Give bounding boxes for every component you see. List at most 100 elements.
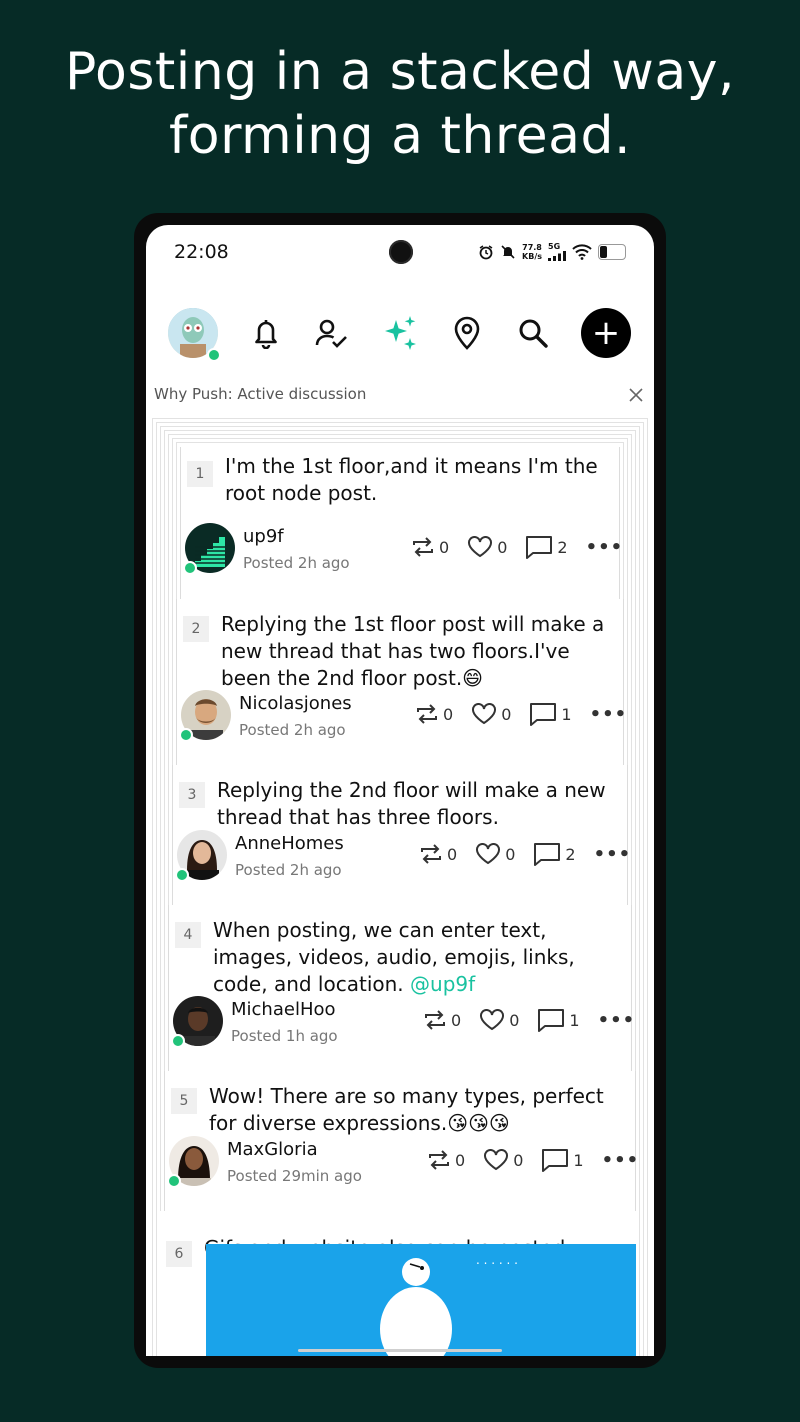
speed-value: 77.8	[522, 242, 542, 252]
online-dot	[167, 1174, 181, 1188]
repost-icon	[429, 1150, 449, 1170]
comment-button[interactable]: 2	[525, 535, 568, 559]
comment-button[interactable]: 2	[533, 842, 576, 866]
post-actions: 0 0 1 •••	[423, 1008, 635, 1032]
comment-icon	[542, 1149, 569, 1172]
comment-button[interactable]: 1	[537, 1008, 580, 1032]
battery-icon	[598, 243, 626, 260]
comment-icon	[538, 1009, 565, 1032]
like-count: 0	[509, 1010, 520, 1030]
like-count: 0	[513, 1150, 524, 1170]
comment-icon	[534, 843, 561, 866]
repost-count: 0	[443, 704, 454, 724]
post-username[interactable]: up9f	[243, 526, 284, 547]
repost-icon	[413, 537, 433, 557]
post-body: When posting, we can enter text, images,…	[213, 918, 575, 996]
repost-button[interactable]: 0	[411, 536, 449, 558]
more-options-icon[interactable]: •••	[598, 1010, 636, 1031]
close-icon[interactable]	[626, 385, 646, 405]
repost-count: 0	[447, 844, 458, 864]
thread-post[interactable]: 3 Replying the 2nd floor will make a new…	[172, 765, 631, 906]
post-username[interactable]: MaxGloria	[227, 1139, 318, 1160]
like-button[interactable]: 0	[483, 1149, 523, 1171]
status-icons: 77.8 KB/s 5G	[478, 242, 626, 261]
post-timestamp: Posted 29min ago	[227, 1167, 362, 1185]
sparkles-icon[interactable]	[380, 313, 420, 353]
headline-line-1: Posting in a stacked way,	[65, 42, 735, 102]
post-text: Replying the 1st floor post will make a …	[221, 612, 605, 690]
repost-button[interactable]: 0	[423, 1009, 461, 1031]
comment-icon	[526, 536, 553, 559]
post-username[interactable]: MichaelHoo	[231, 999, 336, 1020]
gif-preview[interactable]: . . . . . .	[206, 1244, 636, 1356]
post-username[interactable]: AnneHomes	[235, 833, 344, 854]
headline-line-2: forming a thread.	[168, 106, 632, 166]
more-options-icon[interactable]: •••	[590, 704, 628, 725]
repost-icon	[425, 1010, 445, 1030]
repost-icon	[417, 704, 437, 724]
repost-button[interactable]: 0	[427, 1149, 465, 1171]
comment-icon	[530, 703, 557, 726]
repost-count: 0	[439, 537, 450, 557]
like-count: 0	[497, 537, 508, 557]
search-icon[interactable]	[513, 313, 553, 353]
wifi-icon	[572, 243, 592, 260]
post-username[interactable]: Nicolasjones	[239, 693, 352, 714]
camera-cutout	[389, 240, 413, 264]
top-nav: +	[146, 295, 654, 365]
comment-button[interactable]: 1	[529, 702, 572, 726]
like-button[interactable]: 0	[467, 536, 507, 558]
heart-icon	[480, 1009, 505, 1031]
post-floor-number: 1	[187, 461, 213, 487]
thread-post[interactable]: 2 Replying the 1st floor post will make …	[176, 599, 626, 766]
more-options-icon[interactable]: •••	[594, 844, 632, 865]
post-floor-number: 4	[175, 922, 201, 948]
like-count: 0	[501, 704, 512, 724]
heart-icon	[484, 1149, 509, 1171]
heart-icon	[468, 536, 493, 558]
network-type: 5G	[548, 242, 561, 251]
signal-bars-icon	[548, 251, 566, 261]
online-dot	[175, 868, 189, 882]
add-post-button[interactable]: +	[581, 308, 631, 358]
post-text: Wow! There are so many types, perfect fo…	[209, 1084, 604, 1135]
like-button[interactable]: 0	[471, 703, 511, 725]
phone-frame: 22:08 77.8 KB/s 5G + Why Push: Active di…	[134, 213, 666, 1368]
post-floor-number: 2	[183, 616, 209, 642]
comment-count: 1	[561, 704, 572, 724]
status-bar: 22:08 77.8 KB/s 5G	[146, 225, 654, 281]
thread-post[interactable]: 1 I'm the 1st floor,and it means I'm the…	[180, 447, 622, 600]
repost-count: 0	[451, 1010, 462, 1030]
home-indicator[interactable]	[298, 1349, 502, 1352]
comment-count: 2	[557, 537, 568, 557]
headline: Posting in a stacked way, forming a thre…	[0, 40, 800, 168]
like-count: 0	[505, 844, 516, 864]
post-actions: 0 0 1 •••	[427, 1148, 639, 1172]
phone-screen: 22:08 77.8 KB/s 5G + Why Push: Active di…	[146, 225, 654, 1356]
post-timestamp: Posted 2h ago	[243, 554, 350, 572]
online-dot	[183, 561, 197, 575]
thread-post[interactable]: 4 When posting, we can enter text, image…	[168, 905, 635, 1072]
more-options-icon[interactable]: •••	[602, 1150, 640, 1171]
post-text: Replying the 2nd floor will make a new t…	[217, 778, 606, 829]
user-check-icon[interactable]	[312, 313, 352, 353]
location-pin-icon[interactable]	[447, 313, 487, 353]
more-options-icon[interactable]: •••	[586, 537, 624, 558]
mention-link[interactable]: @up9f	[410, 972, 475, 996]
thread-post[interactable]: 5 Wow! There are so many types, perfect …	[164, 1071, 639, 1212]
like-button[interactable]: 0	[479, 1009, 519, 1031]
repost-button[interactable]: 0	[419, 843, 457, 865]
speed-unit: KB/s	[522, 251, 542, 261]
comment-count: 2	[565, 844, 576, 864]
svg-text:. . . . . .: . . . . . .	[476, 1253, 518, 1267]
post-timestamp: Posted 2h ago	[235, 861, 342, 879]
post-timestamp: Posted 1h ago	[231, 1027, 338, 1045]
post-floor-number: 6	[166, 1241, 192, 1267]
like-button[interactable]: 0	[475, 843, 515, 865]
post-actions: 0 0 2 •••	[419, 842, 631, 866]
repost-button[interactable]: 0	[415, 703, 453, 725]
alarm-icon	[479, 244, 493, 259]
bell-icon[interactable]	[246, 313, 286, 353]
comment-button[interactable]: 1	[541, 1148, 584, 1172]
post-floor-number: 5	[171, 1088, 197, 1114]
